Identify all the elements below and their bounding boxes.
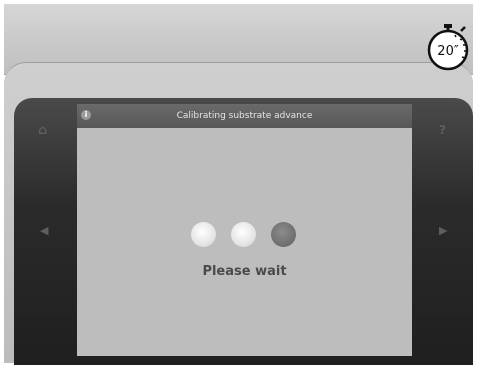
dialog-title: Calibrating substrate advance [176, 111, 313, 121]
progress-dot-active [271, 222, 296, 247]
calibration-dialog: i Calibrating substrate advance Please w… [77, 104, 412, 356]
home-icon[interactable]: ⌂ [38, 124, 47, 137]
previous-arrow-icon[interactable]: ◀ [40, 224, 48, 237]
progress-indicator [191, 222, 301, 248]
progress-dot [231, 222, 256, 247]
help-icon[interactable]: ? [439, 124, 446, 137]
progress-dot [191, 222, 216, 247]
next-arrow-icon[interactable]: ▶ [439, 224, 447, 237]
stopwatch-badge: 20″ [425, 21, 475, 71]
dialog-header: i Calibrating substrate advance [77, 104, 412, 128]
stopwatch-label: 20″ [437, 44, 459, 59]
please-wait-message: Please wait [202, 264, 287, 279]
